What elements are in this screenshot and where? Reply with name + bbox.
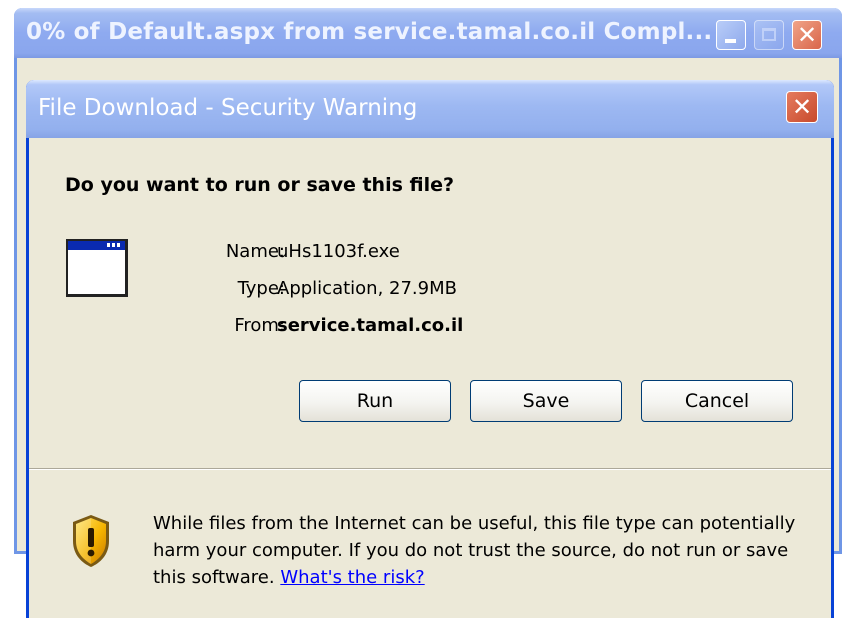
maximize-button <box>754 20 784 50</box>
dialog-title: File Download - Security Warning <box>38 95 418 121</box>
run-button[interactable]: Run <box>299 380 451 422</box>
dialog-content: Do you want to run or save this file? Na… <box>29 138 831 618</box>
close-icon: ✕ <box>796 21 818 49</box>
security-warning-text: While files from the Internet can be use… <box>153 510 813 591</box>
security-shield-icon <box>73 515 109 567</box>
file-from-row: From: service.tamal.co.il <box>29 315 831 341</box>
whats-the-risk-link[interactable]: What's the risk? <box>280 567 424 588</box>
name-value: uHs1103f.exe <box>277 241 400 262</box>
type-label: Type: <box>237 278 285 299</box>
dialog-question: Do you want to run or save this file? <box>65 174 455 196</box>
name-label: Name: <box>225 241 285 262</box>
back-window-title: 0% of Default.aspx from service.tamal.co… <box>26 19 713 45</box>
save-button[interactable]: Save <box>470 380 622 422</box>
from-value: service.tamal.co.il <box>277 315 464 336</box>
type-value: Application, 27.9MB <box>277 278 457 299</box>
file-download-dialog: File Download - Security Warning ✕ Do yo… <box>26 80 834 618</box>
warning-message: While files from the Internet can be use… <box>153 513 796 588</box>
dialog-titlebar[interactable]: File Download - Security Warning ✕ <box>26 80 834 138</box>
cancel-button[interactable]: Cancel <box>641 380 793 422</box>
divider <box>29 468 831 470</box>
back-window-titlebar[interactable]: 0% of Default.aspx from service.tamal.co… <box>14 8 842 58</box>
dialog-close-button[interactable]: ✕ <box>786 91 818 123</box>
file-name-row: Name: uHs1103f.exe <box>29 241 831 267</box>
minimize-icon <box>725 39 736 43</box>
minimize-button[interactable] <box>716 20 746 50</box>
back-close-button[interactable]: ✕ <box>792 20 822 50</box>
close-icon: ✕ <box>791 93 813 121</box>
from-label: From: <box>234 315 285 336</box>
maximize-icon <box>762 28 776 41</box>
file-type-row: Type: Application, 27.9MB <box>29 278 831 304</box>
